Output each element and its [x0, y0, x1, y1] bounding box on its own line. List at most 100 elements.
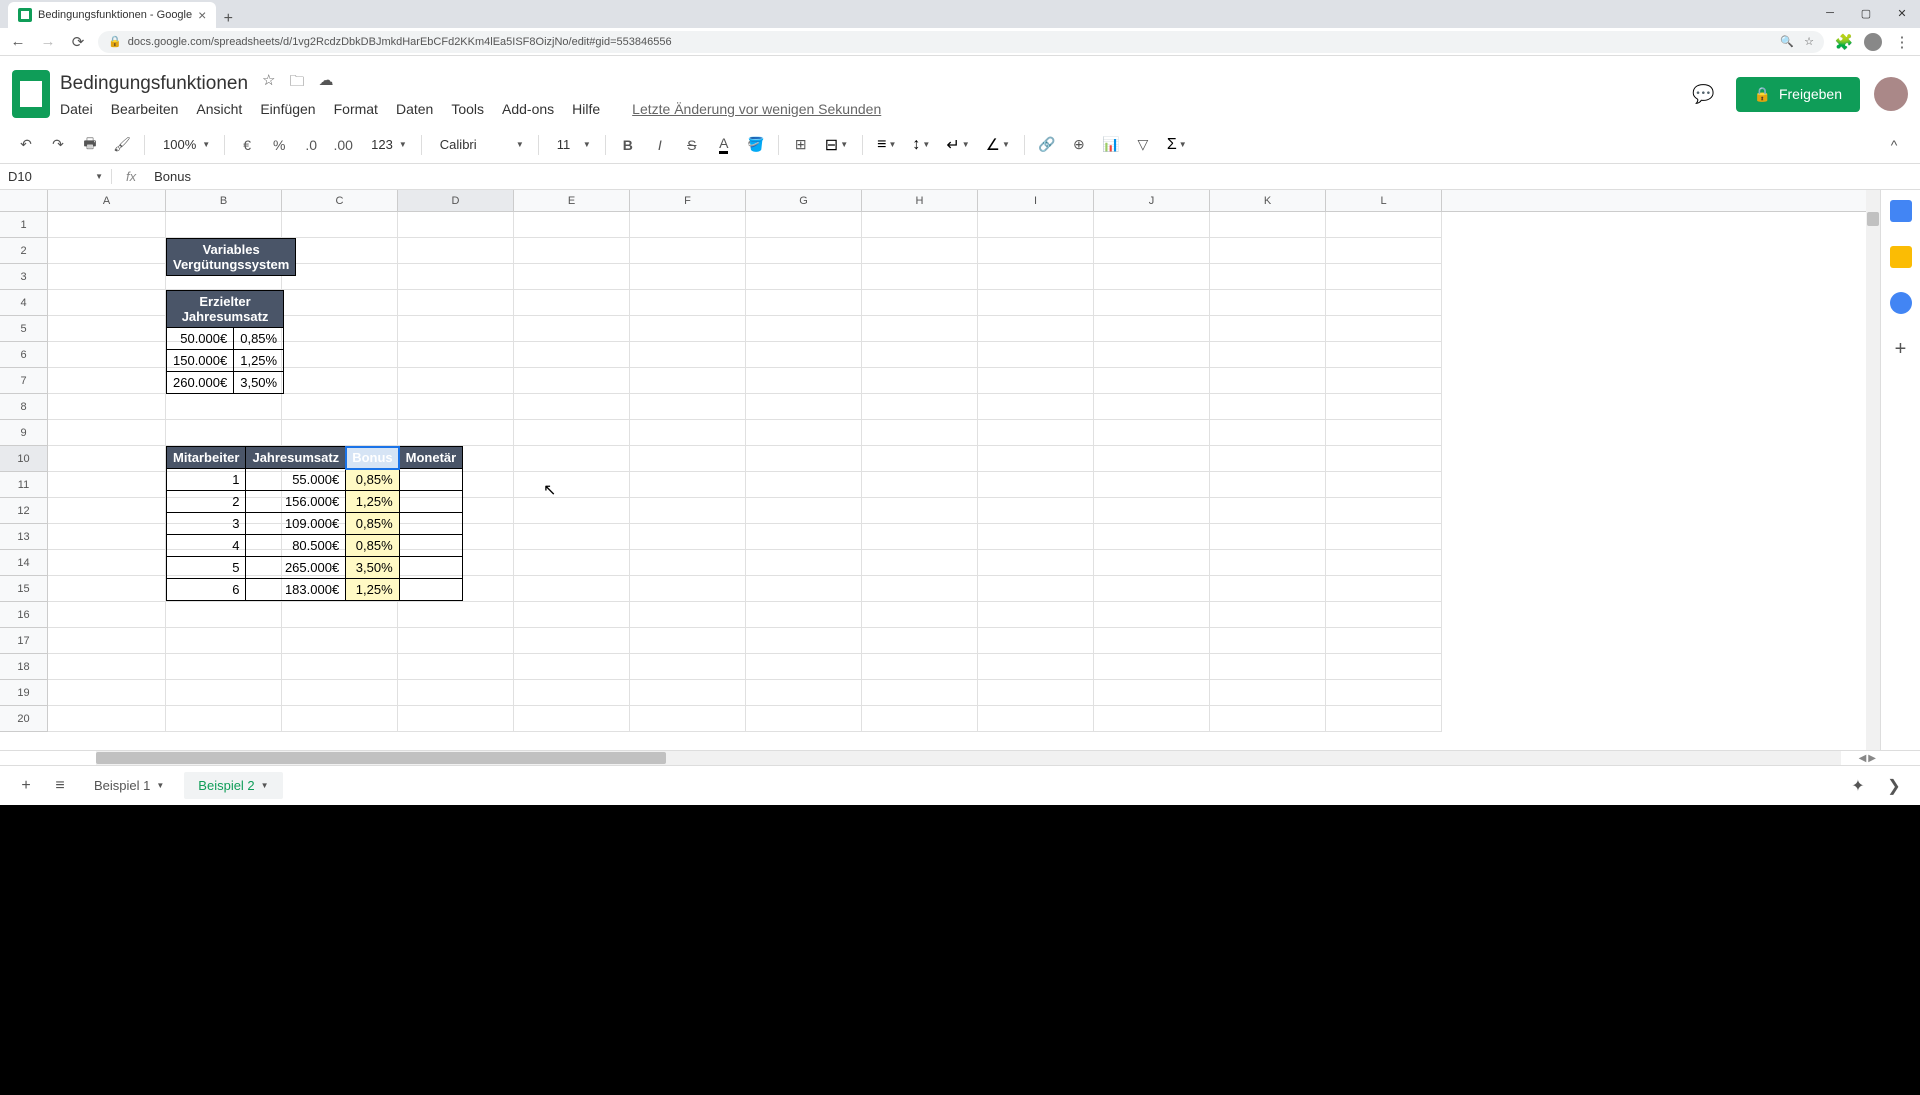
sheet-tab-beispiel-1[interactable]: Beispiel 1 ▼ — [80, 772, 178, 799]
table-cell[interactable] — [399, 579, 463, 601]
cell[interactable] — [746, 264, 862, 290]
cell[interactable] — [630, 602, 746, 628]
cell[interactable] — [514, 550, 630, 576]
cell[interactable] — [978, 628, 1094, 654]
cell[interactable] — [514, 212, 630, 238]
cell[interactable] — [166, 394, 282, 420]
menu-addons[interactable]: Add-ons — [502, 101, 554, 117]
cell[interactable] — [862, 550, 978, 576]
cell[interactable] — [1094, 316, 1210, 342]
row-header[interactable]: 8 — [0, 394, 47, 420]
cell[interactable] — [398, 680, 514, 706]
cell[interactable] — [514, 420, 630, 446]
row-header[interactable]: 7 — [0, 368, 47, 394]
minimize-button[interactable]: ─ — [1812, 0, 1848, 26]
cell[interactable] — [282, 342, 398, 368]
cell[interactable] — [862, 706, 978, 732]
cell[interactable] — [1210, 420, 1326, 446]
cell[interactable] — [862, 342, 978, 368]
cell[interactable] — [1210, 576, 1326, 602]
cell[interactable] — [1094, 394, 1210, 420]
cloud-status-icon[interactable]: ☁ — [319, 71, 334, 96]
menu-insert[interactable]: Einfügen — [260, 101, 315, 117]
table-cell[interactable]: 1,25% — [346, 491, 399, 513]
row-header[interactable]: 11 — [0, 472, 47, 498]
document-title[interactable]: Bedingungsfunktionen — [60, 73, 248, 95]
cell[interactable] — [282, 238, 398, 264]
cell[interactable] — [282, 212, 398, 238]
cell[interactable] — [862, 238, 978, 264]
row-header[interactable]: 10 — [0, 446, 47, 472]
sheet-tab-beispiel-2[interactable]: Beispiel 2 ▼ — [184, 772, 282, 799]
menu-help[interactable]: Hilfe — [572, 101, 600, 117]
cell[interactable] — [1210, 290, 1326, 316]
cell[interactable] — [48, 212, 166, 238]
cell[interactable] — [862, 420, 978, 446]
cell[interactable] — [746, 472, 862, 498]
column-header[interactable]: G — [746, 190, 862, 211]
cell[interactable] — [514, 654, 630, 680]
calendar-icon[interactable] — [1890, 200, 1912, 222]
number-format-dropdown[interactable]: 123 ▼ — [361, 137, 413, 152]
cell[interactable] — [48, 654, 166, 680]
scrollbar-thumb[interactable] — [96, 752, 666, 764]
cell[interactable] — [862, 602, 978, 628]
cell[interactable] — [514, 576, 630, 602]
column-header[interactable]: E — [514, 190, 630, 211]
chart-button[interactable]: 📊 — [1097, 131, 1125, 159]
cell[interactable] — [166, 212, 282, 238]
cell[interactable] — [978, 524, 1094, 550]
cell[interactable] — [1326, 706, 1442, 732]
row-header[interactable]: 5 — [0, 316, 47, 342]
cell[interactable] — [746, 446, 862, 472]
cell[interactable] — [630, 420, 746, 446]
bookmark-icon[interactable]: ☆ — [1804, 35, 1814, 48]
cell[interactable] — [1326, 420, 1442, 446]
cell[interactable] — [1326, 264, 1442, 290]
account-avatar[interactable] — [1874, 77, 1908, 111]
cell[interactable] — [978, 238, 1094, 264]
cell[interactable] — [978, 394, 1094, 420]
cell[interactable] — [48, 290, 166, 316]
row-header[interactable]: 9 — [0, 420, 47, 446]
cell[interactable] — [282, 394, 398, 420]
cell[interactable] — [398, 368, 514, 394]
cell[interactable] — [1326, 446, 1442, 472]
cell[interactable] — [1326, 498, 1442, 524]
vertical-scrollbar[interactable] — [1866, 190, 1880, 750]
cell[interactable] — [630, 550, 746, 576]
scroll-right-icon[interactable]: ▶ — [1868, 753, 1876, 764]
cell[interactable] — [166, 706, 282, 732]
cell[interactable] — [978, 342, 1094, 368]
table-cell[interactable]: 5 — [167, 557, 246, 579]
cell[interactable] — [746, 602, 862, 628]
cell[interactable] — [282, 680, 398, 706]
star-icon[interactable]: ☆ — [262, 71, 275, 96]
cell[interactable] — [514, 680, 630, 706]
cell[interactable] — [1210, 368, 1326, 394]
table-cell[interactable] — [399, 557, 463, 579]
cell[interactable] — [1210, 498, 1326, 524]
cell[interactable] — [746, 238, 862, 264]
cell[interactable] — [746, 576, 862, 602]
cell[interactable] — [862, 680, 978, 706]
column-header[interactable]: A — [48, 190, 166, 211]
cell[interactable] — [1210, 316, 1326, 342]
cell[interactable] — [862, 654, 978, 680]
cell[interactable] — [746, 342, 862, 368]
table-cell[interactable] — [399, 513, 463, 535]
row-header[interactable]: 15 — [0, 576, 47, 602]
cell[interactable] — [514, 368, 630, 394]
cell[interactable] — [978, 550, 1094, 576]
cell[interactable] — [978, 654, 1094, 680]
table-cell[interactable]: 3,50% — [346, 557, 399, 579]
cell[interactable] — [630, 446, 746, 472]
cell[interactable] — [282, 602, 398, 628]
h-align-button[interactable]: ≡▼ — [871, 136, 902, 154]
cell[interactable] — [166, 680, 282, 706]
maximize-button[interactable]: ▢ — [1848, 0, 1884, 26]
fill-color-button[interactable]: 🪣 — [742, 131, 770, 159]
wrap-button[interactable]: ↵▼ — [940, 135, 975, 155]
cell[interactable] — [746, 498, 862, 524]
row-header[interactable]: 1 — [0, 212, 47, 238]
